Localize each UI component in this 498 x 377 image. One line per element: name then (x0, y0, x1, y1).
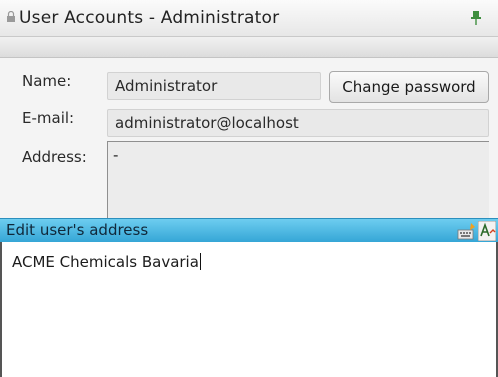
keyboard-icon[interactable] (457, 222, 477, 240)
toolbar-strip (0, 37, 498, 58)
editor-text-line: ACME Chemicals Bavaria (12, 253, 201, 271)
text-caret (199, 253, 201, 270)
address-label: Address: (22, 148, 87, 166)
email-label: E-mail: (22, 109, 75, 127)
user-form: Name: Administrator Change password E-ma… (0, 58, 498, 218)
title-bar: User Accounts - Administrator (0, 0, 498, 37)
name-field[interactable]: Administrator (107, 72, 321, 100)
lock-icon (7, 11, 15, 22)
name-label: Name: (22, 72, 72, 90)
editor-text: ACME Chemicals Bavaria (12, 253, 199, 271)
pin-icon[interactable] (470, 11, 482, 25)
window-title: User Accounts - Administrator (19, 8, 280, 28)
edit-panel-title: Edit user's address (6, 221, 149, 239)
address-text-editor[interactable]: ACME Chemicals Bavaria (0, 242, 498, 377)
email-field[interactable]: administrator@localhost (107, 109, 489, 137)
edit-panel-header: Edit user's address (0, 218, 498, 242)
change-password-button[interactable]: Change password (329, 71, 489, 103)
address-field[interactable]: - (107, 141, 489, 218)
user-accounts-window: User Accounts - Administrator Name: Admi… (0, 0, 498, 377)
text-input-mode-icon[interactable] (478, 221, 496, 241)
